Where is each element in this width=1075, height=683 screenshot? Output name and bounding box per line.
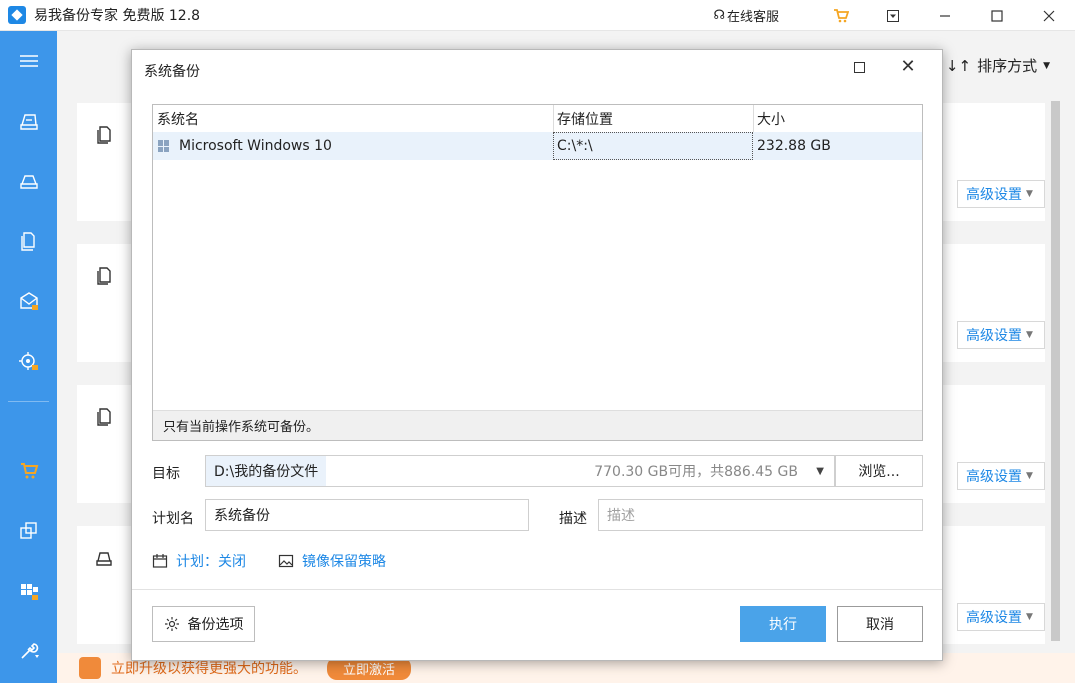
cart-icon bbox=[20, 463, 38, 479]
file-backup-icon bbox=[20, 232, 35, 251]
shopping-bag-icon bbox=[79, 657, 101, 679]
menu-dropdown-button[interactable] bbox=[867, 0, 919, 31]
windows-icon bbox=[158, 140, 170, 152]
minimize-icon bbox=[940, 14, 950, 17]
file-icon bbox=[97, 126, 111, 144]
gear-icon bbox=[164, 617, 179, 631]
dialog-title: 系统备份 bbox=[144, 64, 200, 80]
sort-button[interactable]: ↓↑ 排序方式 ▼ bbox=[946, 55, 1050, 76]
wrench-icon bbox=[20, 643, 39, 659]
sidebar-menu-button[interactable] bbox=[0, 41, 57, 81]
sort-label: 排序方式 bbox=[977, 57, 1038, 75]
description-input[interactable]: 描述 bbox=[598, 499, 923, 531]
sidebar-item-tools[interactable] bbox=[0, 571, 57, 611]
sidebar-item-system-backup[interactable] bbox=[0, 161, 57, 201]
calendar-icon bbox=[152, 554, 168, 568]
minimize-button[interactable] bbox=[919, 0, 971, 31]
maximize-button[interactable] bbox=[971, 0, 1023, 31]
dropdown-menu-icon bbox=[887, 9, 899, 22]
file-icon bbox=[97, 267, 111, 285]
system-table: 系统名 存储位置 大小 Microsoft Windows 10 C:\*:\ … bbox=[152, 104, 923, 441]
image-retention-link[interactable]: 镜像保留策略 bbox=[278, 551, 386, 571]
advanced-settings-button[interactable]: 高级设置 ▼ bbox=[957, 321, 1045, 349]
advanced-settings-button[interactable]: 高级设置 ▼ bbox=[957, 603, 1045, 631]
sidebar-item-settings[interactable] bbox=[0, 631, 57, 671]
maximize-icon bbox=[991, 9, 1003, 22]
advanced-settings-label: 高级设置 bbox=[966, 328, 1022, 344]
target-dropdown[interactable]: D:\我的备份文件 770.30 GB可用，共886.45 GB ▼ bbox=[205, 455, 835, 487]
advanced-settings-button[interactable]: 高级设置 ▼ bbox=[957, 180, 1045, 208]
system-name: Microsoft Windows 10 bbox=[179, 138, 332, 154]
target-path: D:\我的备份文件 bbox=[206, 456, 327, 486]
smart-backup-icon bbox=[18, 352, 38, 370]
description-label: 描述 bbox=[559, 511, 587, 527]
advanced-settings-button[interactable]: 高级设置 ▼ bbox=[957, 462, 1045, 490]
disk-backup-icon bbox=[19, 114, 38, 130]
online-service-button[interactable]: ☊ 在线客服 bbox=[713, 6, 779, 25]
app-title: 易我备份专家 免费版 12.8 bbox=[34, 8, 201, 24]
advanced-settings-label: 高级设置 bbox=[966, 610, 1022, 626]
hamburger-menu-icon bbox=[19, 55, 38, 67]
sidebar bbox=[0, 31, 57, 683]
table-note: 只有当前操作系统可备份。 bbox=[153, 410, 922, 440]
headset-icon: ☊ bbox=[713, 8, 725, 23]
sidebar-divider bbox=[8, 401, 49, 402]
target-free-space: 770.30 GB可用，共886.45 GB bbox=[594, 464, 798, 480]
schedule-label: 计划：关闭 bbox=[176, 554, 246, 570]
close-button[interactable] bbox=[1023, 0, 1075, 31]
dialog-close-icon[interactable]: ✕ bbox=[898, 56, 918, 77]
promo-text: 立即升级以获得更强大的功能。 bbox=[111, 661, 307, 677]
image-icon bbox=[278, 554, 294, 568]
plan-name-label: 计划名 bbox=[152, 511, 194, 527]
caret-down-icon: ▼ bbox=[1043, 60, 1050, 71]
caret-down-icon: ▼ bbox=[1026, 471, 1033, 481]
backup-options-label: 备份选项 bbox=[187, 617, 244, 633]
apps-grid-icon bbox=[20, 584, 38, 600]
sidebar-item-disk-backup[interactable] bbox=[0, 101, 57, 141]
cancel-button[interactable]: 取消 bbox=[837, 606, 923, 642]
backup-options-button[interactable]: 备份选项 bbox=[152, 606, 255, 642]
column-header-size[interactable]: 大小 bbox=[753, 105, 921, 132]
image-retention-label: 镜像保留策略 bbox=[302, 554, 386, 570]
caret-down-icon: ▼ bbox=[816, 465, 824, 477]
sidebar-item-mail-backup[interactable] bbox=[0, 281, 57, 321]
system-backup-icon bbox=[19, 175, 38, 189]
app-logo-icon bbox=[8, 6, 26, 24]
schedule-link[interactable]: 计划：关闭 bbox=[152, 551, 246, 571]
system-backup-dialog: 系统备份 ✕ 系统名 存储位置 大小 Microsoft Windows 10 … bbox=[131, 49, 943, 661]
close-icon bbox=[1043, 10, 1055, 21]
column-header-location[interactable]: 存储位置 bbox=[553, 105, 753, 132]
plan-name-input[interactable]: 系统备份 bbox=[205, 499, 529, 531]
sidebar-item-store[interactable] bbox=[0, 451, 57, 491]
advanced-settings-label: 高级设置 bbox=[966, 187, 1022, 203]
cell-size: 232.88 GB bbox=[757, 138, 831, 154]
caret-down-icon: ▼ bbox=[1026, 189, 1033, 199]
file-icon bbox=[97, 408, 111, 426]
cart-button[interactable] bbox=[815, 0, 867, 31]
title-bar-controls: ☊ 在线客服 bbox=[713, 0, 1075, 31]
cell-location: C:\*:\ bbox=[553, 132, 753, 160]
mail-backup-icon bbox=[19, 292, 38, 310]
caret-down-icon: ▼ bbox=[1026, 330, 1033, 340]
caret-down-icon: ▼ bbox=[1026, 612, 1033, 622]
cell-name: Microsoft Windows 10 bbox=[158, 132, 553, 160]
dialog-footer-divider bbox=[132, 589, 942, 590]
disk-icon bbox=[96, 552, 112, 566]
browse-button[interactable]: 浏览... bbox=[835, 455, 923, 487]
column-header-name[interactable]: 系统名 bbox=[153, 105, 553, 132]
dialog-maximize-icon[interactable] bbox=[854, 62, 865, 73]
title-bar: 易我备份专家 免费版 12.8 ☊ 在线客服 bbox=[0, 0, 1075, 31]
scrollbar[interactable] bbox=[1051, 101, 1060, 641]
target-label: 目标 bbox=[152, 466, 180, 482]
clone-icon bbox=[19, 522, 37, 539]
sidebar-item-file-backup[interactable] bbox=[0, 221, 57, 261]
cart-icon bbox=[834, 8, 849, 22]
sidebar-item-smart-backup[interactable] bbox=[0, 341, 57, 381]
execute-button[interactable]: 执行 bbox=[740, 606, 826, 642]
advanced-settings-label: 高级设置 bbox=[966, 469, 1022, 485]
table-row[interactable]: Microsoft Windows 10 C:\*:\ 232.88 GB bbox=[153, 132, 922, 160]
sort-icon: ↓↑ bbox=[945, 56, 972, 75]
online-service-label: 在线客服 bbox=[726, 10, 779, 25]
sidebar-item-clone[interactable] bbox=[0, 511, 57, 551]
